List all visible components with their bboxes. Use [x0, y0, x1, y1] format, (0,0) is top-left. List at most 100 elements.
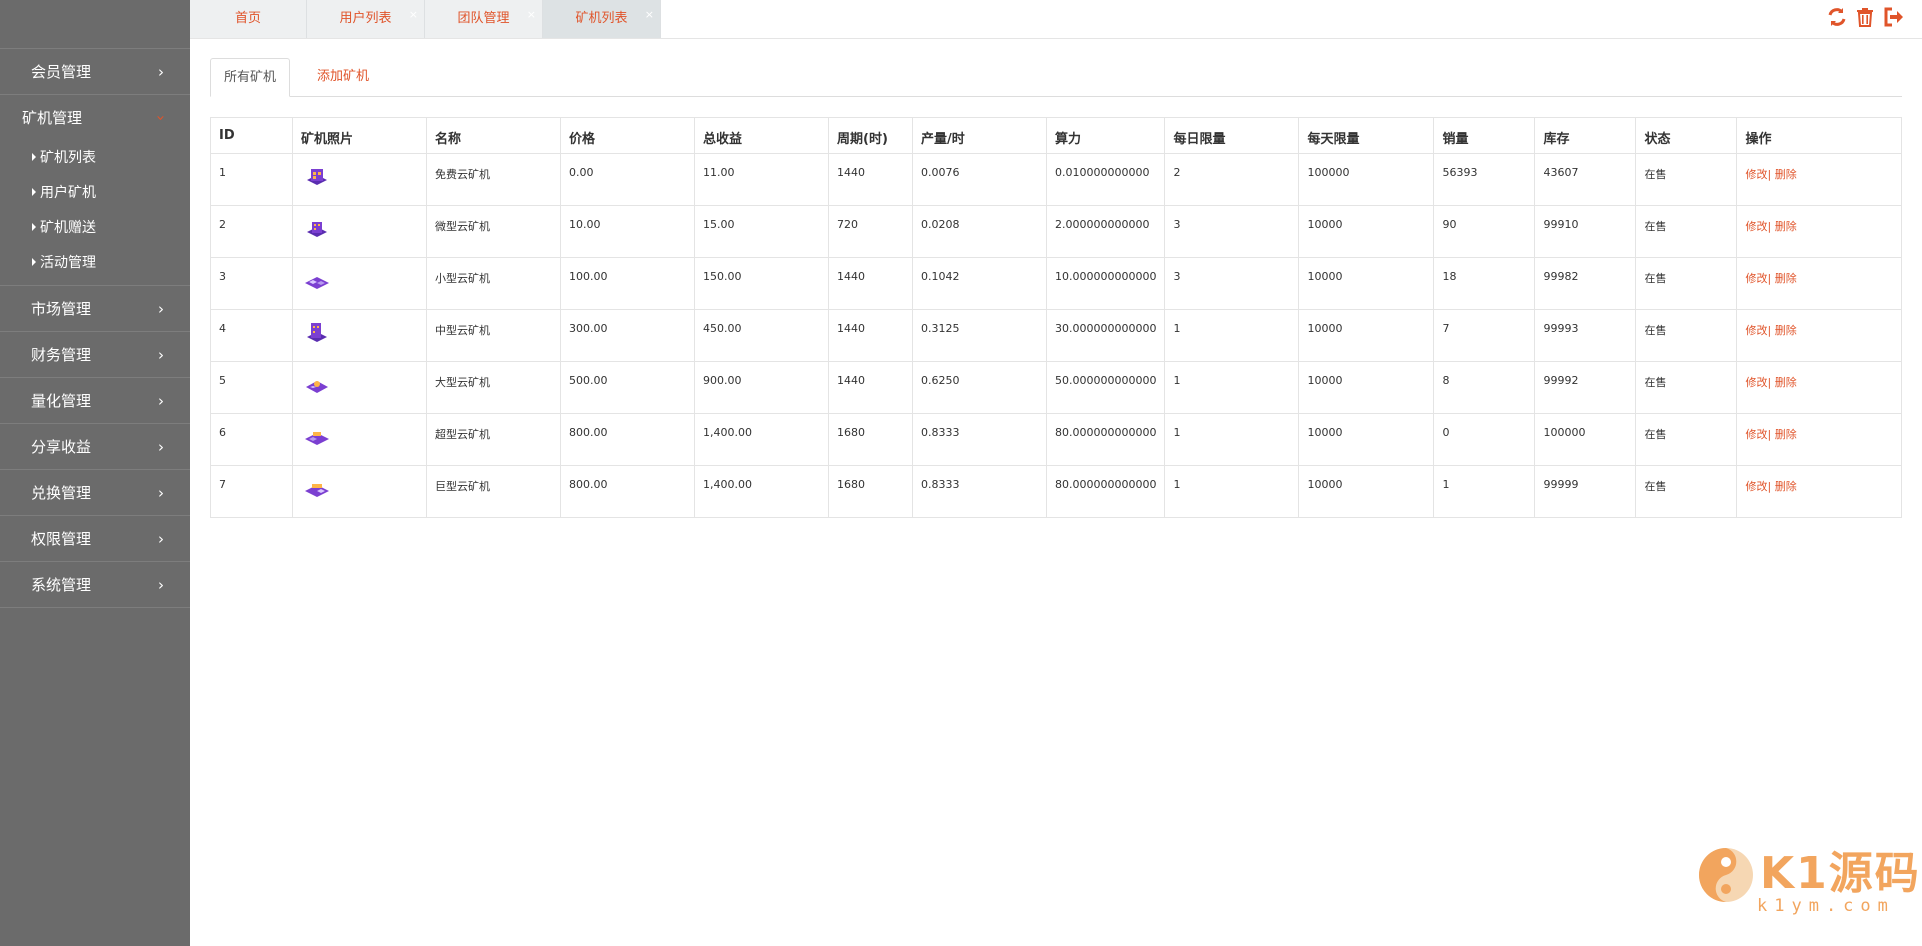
delete-link[interactable]: 删除	[1771, 480, 1797, 493]
cell-name: 免费云矿机	[426, 153, 561, 206]
submenu-item-miner-gift[interactable]: 矿机赠送	[0, 211, 190, 246]
miner-photo-cell	[292, 257, 427, 310]
table-header-row: ID 矿机照片 名称 价格 总收益 周期(时) 产量/时 算力 每日限量 每天限…	[210, 117, 1902, 154]
table-row: 1 免费云矿机 0.00 11.00 1440 0.0076 0.010000000000 2…	[210, 153, 1902, 206]
watermark-url: k1ym.com	[1757, 896, 1895, 916]
cell-status: 在售	[1635, 413, 1738, 466]
cell-daylimit: 10000	[1298, 361, 1435, 414]
delete-link[interactable]: 删除	[1771, 428, 1797, 441]
cell-output: 0.0208	[912, 205, 1047, 258]
refresh-icon[interactable]	[1826, 6, 1848, 28]
tab-all-miners[interactable]: 所有矿机	[210, 58, 291, 97]
tab-add-miner[interactable]: 添加矿机	[304, 58, 382, 97]
sidebar-item-system[interactable]: 系统管理 ›	[0, 562, 190, 608]
close-icon[interactable]: ×	[527, 0, 536, 34]
edit-link[interactable]: 修改|	[1745, 272, 1771, 285]
chevron-right-icon: ›	[158, 484, 164, 502]
chevron-right-icon: ›	[158, 346, 164, 364]
tab-user-list[interactable]: 用户列表 ×	[307, 0, 425, 38]
cell-daily: 3	[1164, 205, 1300, 258]
cell-total: 150.00	[694, 257, 829, 310]
delete-link[interactable]: 删除	[1771, 324, 1797, 337]
sidebar-item-finance[interactable]: 财务管理 ›	[0, 332, 190, 378]
cell-cycle: 1440	[828, 153, 913, 206]
sidebar-item-quant[interactable]: 量化管理 ›	[0, 378, 190, 424]
cell-power: 80.000000000000	[1045, 465, 1166, 518]
sidebar-item-exchange[interactable]: 兑换管理 ›	[0, 470, 190, 516]
sidebar-item-market[interactable]: 市场管理 ›	[0, 286, 190, 332]
sidebar-item-miner[interactable]: 矿机管理 ›	[0, 95, 190, 141]
tab-team[interactable]: 团队管理 ×	[425, 0, 543, 38]
cell-price: 100.00	[560, 257, 695, 310]
tab-miner-list[interactable]: 矿机列表 ×	[543, 0, 661, 38]
edit-link[interactable]: 修改|	[1745, 168, 1771, 181]
cell-actions: 修改| 删除	[1736, 153, 1902, 206]
miner-photo-cell	[292, 465, 427, 518]
cell-power: 80.000000000000	[1045, 413, 1166, 466]
cell-daily: 1	[1164, 465, 1300, 518]
cell-status: 在售	[1635, 465, 1738, 518]
cell-output: 0.6250	[912, 361, 1047, 414]
delete-link[interactable]: 删除	[1771, 168, 1797, 181]
caret-right-icon	[32, 223, 36, 231]
cell-id: 3	[210, 257, 293, 310]
cell-sales: 8	[1433, 361, 1536, 414]
content-tabs: 所有矿机 添加矿机	[210, 58, 1902, 97]
cell-total: 450.00	[694, 309, 829, 362]
close-icon[interactable]: ×	[409, 0, 418, 34]
top-actions	[1826, 6, 1904, 28]
cell-name: 中型云矿机	[426, 309, 561, 362]
edit-link[interactable]: 修改|	[1745, 376, 1771, 389]
chevron-right-icon: ›	[158, 300, 164, 318]
submenu-item-miner-list[interactable]: 矿机列表	[0, 141, 190, 176]
miner-photo-cell	[292, 153, 427, 206]
sidebar: 会员管理 › 矿机管理 › 矿机列表 用户矿机 矿机赠送 活动管理 市场管理 › …	[0, 0, 190, 946]
cell-actions: 修改| 删除	[1736, 309, 1902, 362]
cell-id: 5	[210, 361, 293, 414]
chevron-right-icon: ›	[158, 576, 164, 594]
cell-daylimit: 10000	[1298, 205, 1435, 258]
col-header: 每天限量	[1298, 117, 1435, 154]
table-body: 1 免费云矿机 0.00 11.00 1440 0.0076 0.010000000000 2…	[210, 153, 1902, 518]
cell-price: 10.00	[560, 205, 695, 258]
sidebar-item-share[interactable]: 分享收益 ›	[0, 424, 190, 470]
close-icon[interactable]: ×	[645, 0, 654, 34]
cell-output: 0.8333	[912, 465, 1047, 518]
delete-link[interactable]: 删除	[1771, 272, 1797, 285]
miner-image	[307, 323, 327, 342]
col-header: 算力	[1045, 117, 1166, 154]
sidebar-item-member[interactable]: 会员管理 ›	[0, 49, 190, 95]
tab-label: 矿机列表	[575, 11, 628, 26]
table-row: 5 大型云矿机 500.00 900.00 1440 0.6250 50.000000000…	[210, 361, 1902, 414]
edit-link[interactable]: 修改|	[1745, 480, 1771, 493]
edit-link[interactable]: 修改|	[1745, 324, 1771, 337]
submenu-item-activity[interactable]: 活动管理	[0, 246, 190, 281]
cell-daily: 1	[1164, 361, 1300, 414]
cell-output: 0.8333	[912, 413, 1047, 466]
trash-icon[interactable]	[1854, 6, 1876, 28]
cell-id: 2	[210, 205, 293, 258]
cell-price: 0.00	[560, 153, 695, 206]
delete-link[interactable]: 删除	[1771, 376, 1797, 389]
cell-name: 大型云矿机	[426, 361, 561, 414]
edit-link[interactable]: 修改|	[1745, 428, 1771, 441]
cell-cycle: 1680	[828, 413, 913, 466]
delete-link[interactable]: 删除	[1771, 220, 1797, 233]
cell-cycle: 1680	[828, 465, 913, 518]
miner-image	[305, 432, 329, 445]
cell-stock: 99910	[1534, 205, 1637, 258]
logout-icon[interactable]	[1882, 6, 1904, 28]
cell-output: 0.3125	[912, 309, 1047, 362]
sidebar-item-label: 兑换管理	[31, 484, 92, 502]
miner-table: ID 矿机照片 名称 价格 总收益 周期(时) 产量/时 算力 每日限量 每天限…	[210, 117, 1902, 518]
miner-image	[307, 169, 327, 185]
cell-sales: 56393	[1433, 153, 1536, 206]
cell-status: 在售	[1635, 361, 1738, 414]
cell-daily: 3	[1164, 257, 1300, 310]
table-row: 6 超型云矿机 800.00 1,400.00 1680 0.8333 80.0000000…	[210, 413, 1902, 466]
tab-home[interactable]: 首页	[190, 0, 307, 38]
submenu-item-user-miner[interactable]: 用户矿机	[0, 176, 190, 211]
edit-link[interactable]: 修改|	[1745, 220, 1771, 233]
cell-sales: 1	[1433, 465, 1536, 518]
sidebar-item-permission[interactable]: 权限管理 ›	[0, 516, 190, 562]
